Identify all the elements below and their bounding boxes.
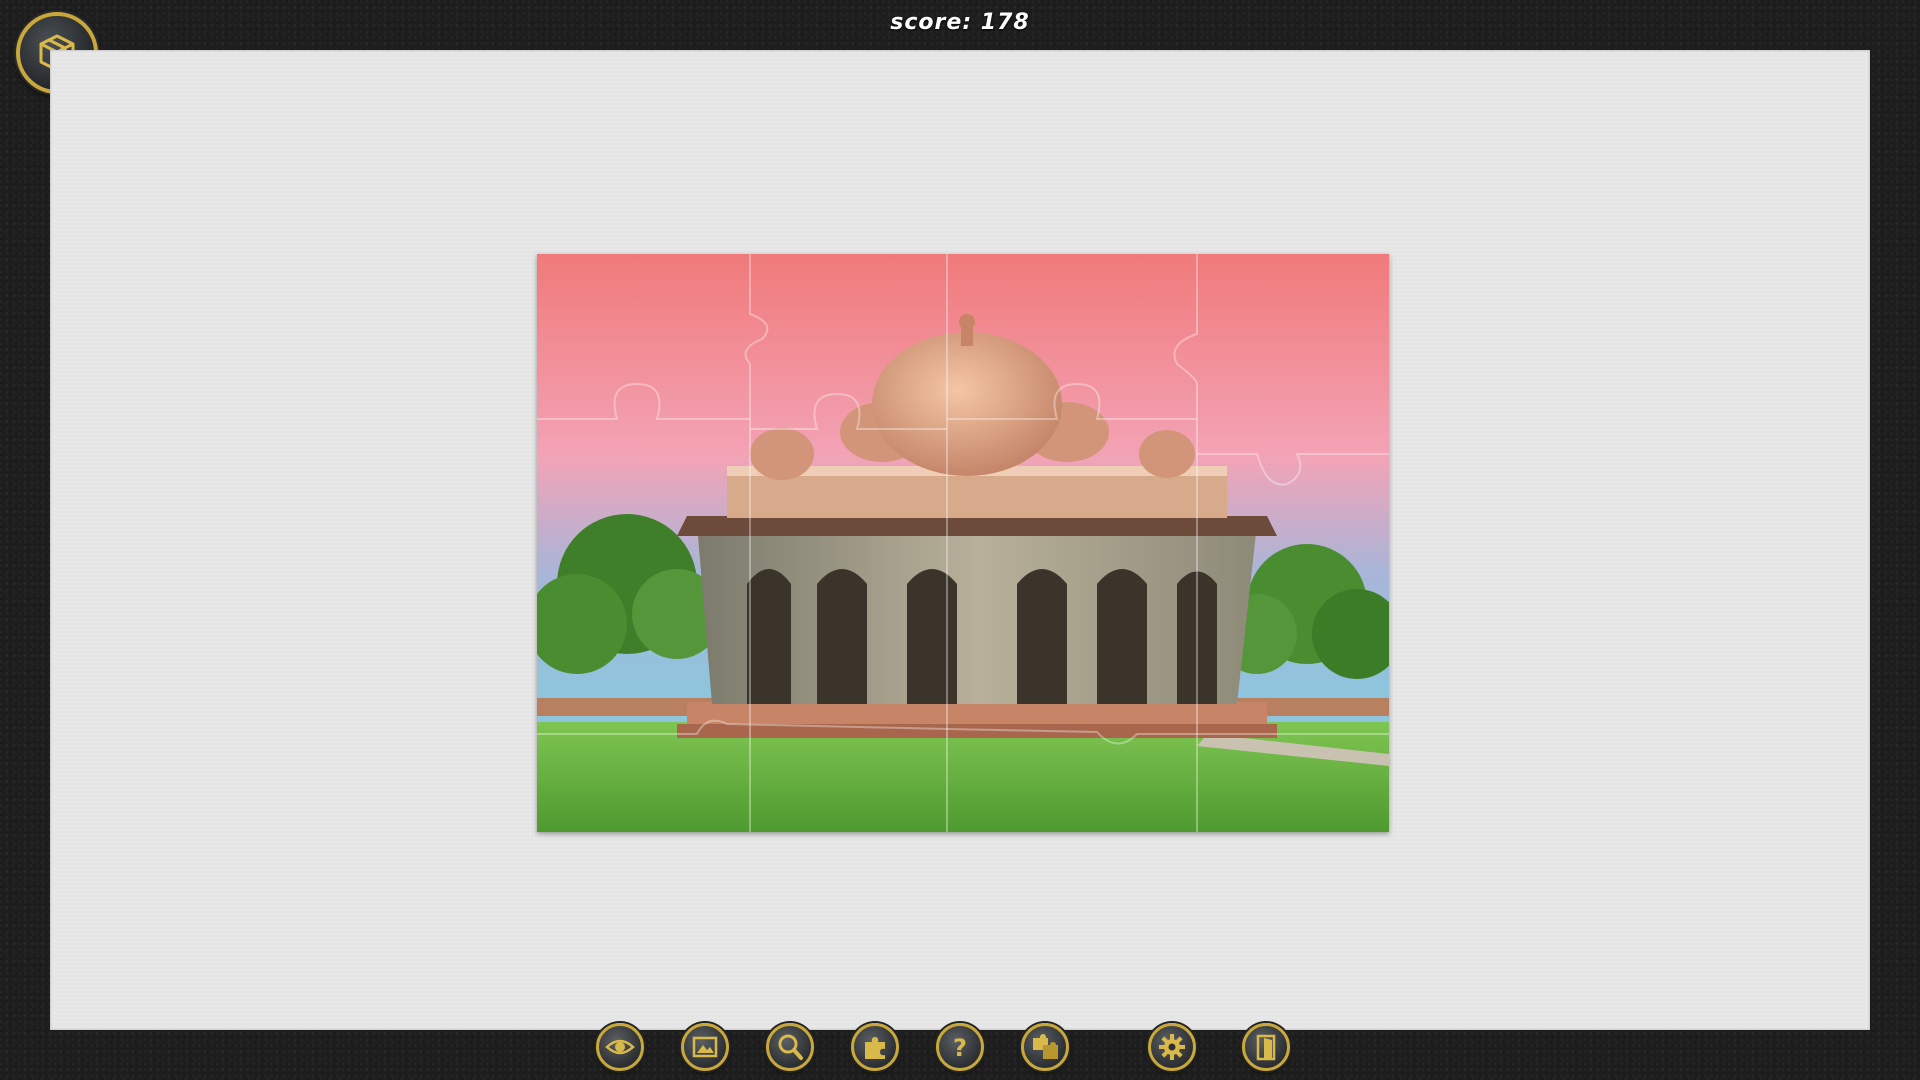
score-display: score: 178 (890, 10, 1030, 35)
puzzle-piece-icon (865, 1037, 885, 1059)
zoom-button[interactable] (766, 1023, 814, 1071)
settings-button[interactable] (1148, 1023, 1196, 1071)
puzzle-pieces-icon (1033, 1034, 1058, 1059)
picture-icon (692, 1036, 718, 1058)
gear-icon (1159, 1034, 1185, 1060)
bottom-toolbar: ? (0, 1021, 1920, 1075)
question-icon: ? (953, 1034, 967, 1062)
eye-icon (605, 1039, 635, 1055)
assembled-puzzle-image[interactable] (537, 254, 1389, 832)
hint-button[interactable]: ? (936, 1023, 984, 1071)
svg-text:?: ? (953, 1034, 967, 1062)
preview-button[interactable] (596, 1023, 644, 1071)
door-icon (1256, 1034, 1276, 1061)
background-button[interactable] (681, 1023, 729, 1071)
sort-pieces-button[interactable] (1021, 1023, 1069, 1071)
edge-pieces-button[interactable] (851, 1023, 899, 1071)
magnifier-icon (778, 1034, 803, 1060)
exit-button[interactable] (1242, 1023, 1290, 1071)
